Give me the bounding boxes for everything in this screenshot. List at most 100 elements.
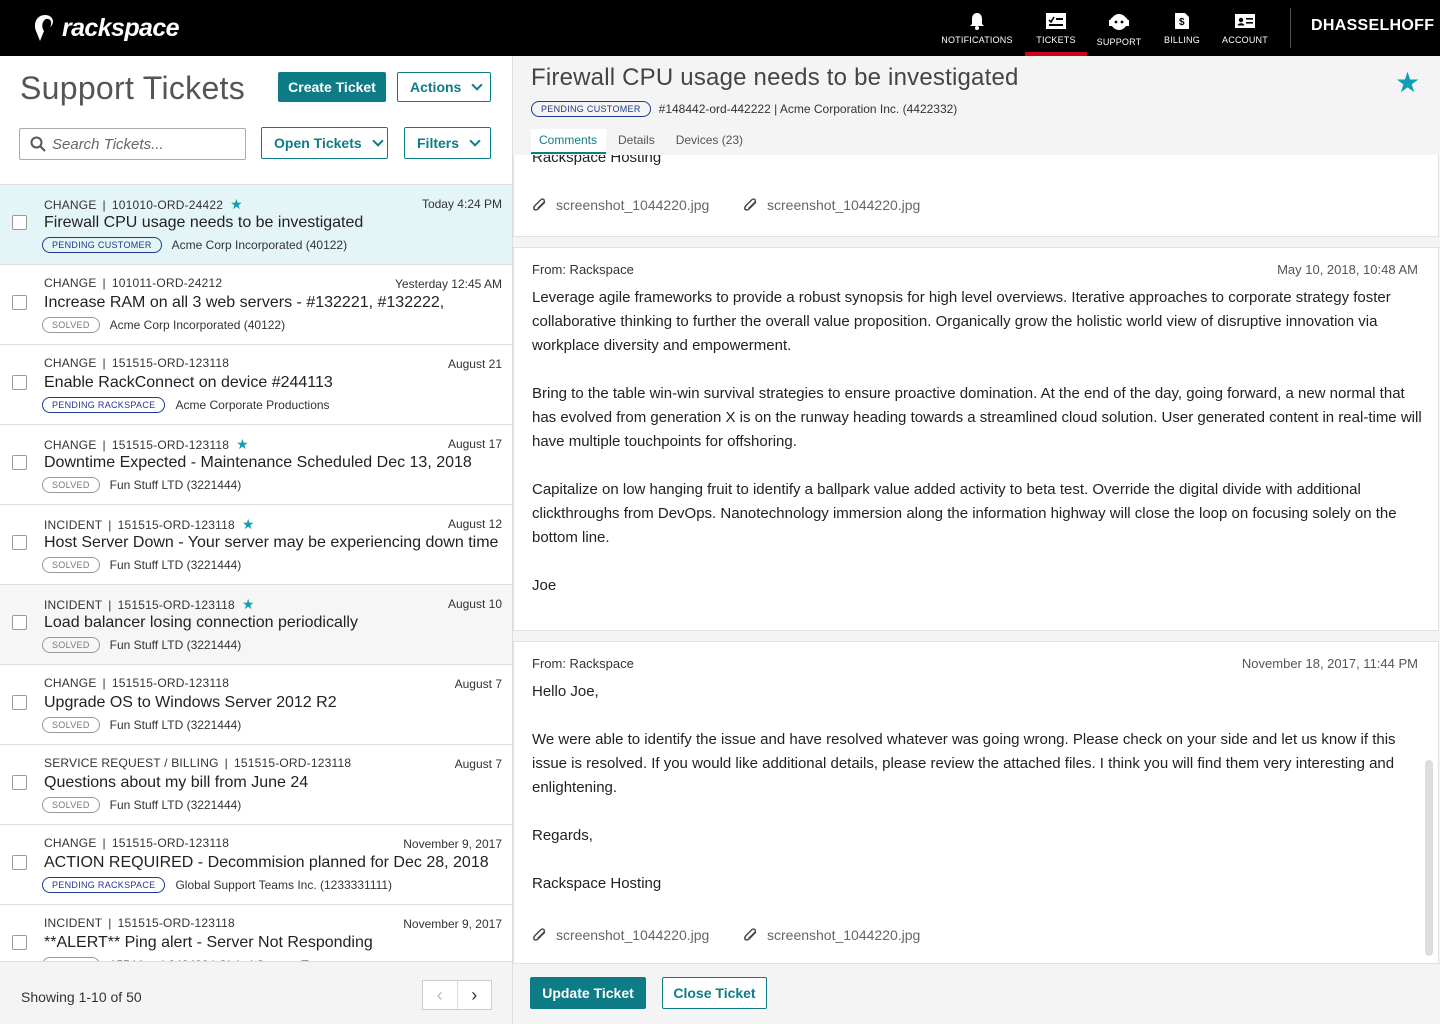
nav-label: NOTIFICATIONS (941, 35, 1013, 45)
page-title: Support Tickets (20, 70, 246, 106)
ticket-date: August 12 (447, 517, 502, 531)
ticket-row[interactable]: INCIDENT | 151515-ORD-123118 ★ August 12 Host… (0, 505, 512, 585)
row-checkbox[interactable] (12, 295, 27, 310)
ticket-type: CHANGE (44, 356, 97, 370)
nav-label: TICKETS (1036, 35, 1076, 45)
support-icon (1109, 14, 1129, 30)
attachment-link[interactable]: screenshot_1044220.jpg (743, 927, 920, 943)
attachment-link[interactable]: screenshot_1044220.jpg (532, 927, 709, 943)
nav-support[interactable]: SUPPORT (1088, 0, 1150, 56)
ticket-title: Firewall CPU usage needs to be investiga… (531, 64, 1019, 91)
ticket-date: August 17 (447, 437, 502, 451)
comment-timestamp: November 18, 2017, 11:44 PM (1241, 656, 1418, 671)
ticket-type: INCIDENT (44, 916, 103, 930)
ticket-id: 151515-ORD-123118 (117, 517, 235, 532)
actions-label: Actions (410, 79, 462, 95)
ticket-title: Questions about my bill from June 24 (44, 774, 309, 791)
row-checkbox[interactable] (12, 855, 27, 870)
ticket-type: CHANGE (44, 197, 97, 212)
ticket-account: Global Support Teams Inc. (1233331111) (175, 878, 393, 892)
meta-separator: | (102, 836, 106, 850)
ticket-row[interactable]: INCIDENT | 151515-ORD-123118 ★ August 10 Load… (0, 585, 512, 665)
attachment-link[interactable]: screenshot_1044220.jpg (532, 197, 709, 213)
comment-card: From: Rackspace May 10, 2018, 10:48 AM L… (513, 247, 1439, 631)
attachment-filename: screenshot_1044220.jpg (767, 197, 921, 213)
tab-comments[interactable]: Comments (531, 129, 607, 154)
comment-paragraph: Leverage agile frameworks to provide a r… (532, 289, 1391, 354)
nav-divider (1290, 8, 1291, 48)
comment-paragraph: Capitalize on low hanging fruit to ident… (532, 481, 1397, 546)
nav-billing[interactable]: $ BILLING (1151, 0, 1213, 56)
comment-paragraph: We were able to identify the issue and h… (532, 731, 1396, 796)
close-ticket-button[interactable]: Close Ticket (662, 977, 767, 1009)
ticket-row[interactable]: CHANGE | 101011-ORD-24212 Yesterday 12:45 A… (0, 265, 512, 345)
list-footer: Showing 1-10 of 50 ‹ › (0, 961, 512, 1024)
attachment-filename: screenshot_1044220.jpg (767, 927, 921, 943)
bell-icon (970, 13, 984, 30)
ticket-meta: INCIDENT | 151515-ORD-123118 ★ (44, 516, 255, 533)
star-icon[interactable]: ★ (236, 436, 249, 453)
update-ticket-button[interactable]: Update Ticket (530, 977, 646, 1009)
ticket-row[interactable]: CHANGE | 151515-ORD-123118 ★ August 17 Downti… (0, 425, 512, 505)
attachment-link[interactable]: screenshot_1044220.jpg (743, 197, 920, 213)
tab-devices[interactable]: Devices (23) (668, 129, 752, 154)
ticket-row[interactable]: CHANGE | 151515-ORD-123118 November 9, 2017… (0, 825, 512, 905)
ticket-detail-panel: Firewall CPU usage needs to be investiga… (513, 56, 1440, 1024)
comment-body: Leverage agile frameworks to provide a r… (532, 286, 1427, 622)
row-checkbox[interactable] (12, 375, 27, 390)
ticket-date: August 7 (454, 757, 502, 771)
meta-separator: | (102, 676, 106, 690)
nav-tickets[interactable]: TICKETS (1025, 0, 1087, 56)
ticket-meta: CHANGE | 151515-ORD-123118 (44, 836, 229, 850)
ticket-row[interactable]: INCIDENT | 151515-ORD-123118 November 9, 20… (0, 905, 512, 961)
row-checkbox[interactable] (12, 455, 27, 470)
open-tickets-dropdown[interactable]: Open Tickets (261, 127, 388, 159)
ticket-type: CHANGE (44, 836, 97, 850)
nav-account[interactable]: ACCOUNT (1214, 0, 1276, 56)
nav-label: ACCOUNT (1222, 35, 1268, 45)
next-page-button[interactable]: › (458, 981, 492, 1009)
row-checkbox[interactable] (12, 615, 27, 630)
tickets-icon (1046, 13, 1066, 29)
paperclip-icon (533, 198, 546, 211)
row-checkbox[interactable] (12, 935, 27, 950)
ticket-row[interactable]: CHANGE | 151515-ORD-123118 August 21 Enable … (0, 345, 512, 425)
create-ticket-button[interactable]: Create Ticket (278, 72, 386, 102)
row-checkbox[interactable] (12, 695, 27, 710)
star-icon[interactable]: ★ (230, 196, 243, 213)
ticket-type: INCIDENT (44, 517, 103, 532)
star-icon[interactable]: ★ (242, 516, 255, 533)
ticket-id: 151515-ORD-123118 (111, 437, 230, 452)
rackspace-logo[interactable]: rackspace (32, 12, 180, 44)
open-tickets-label: Open Tickets (274, 135, 362, 151)
actions-dropdown[interactable]: Actions (397, 72, 491, 102)
ticket-row[interactable]: CHANGE | 101010-ORD-24422 ★ Today 4:24 PM Fir… (0, 185, 512, 265)
ticket-title: Increase RAM on all 3 web servers - #132… (44, 294, 445, 311)
meta-separator: | (102, 197, 106, 212)
filters-dropdown[interactable]: Filters (404, 127, 491, 159)
row-checkbox[interactable] (12, 535, 27, 550)
ticket-meta: PENDING CUSTOMER #148442-ord-442222 | Ac… (531, 101, 957, 117)
comment-timestamp: May 10, 2018, 10:48 AM (1277, 262, 1418, 277)
comments-scrollbar[interactable] (1425, 760, 1433, 956)
row-checkbox[interactable] (12, 215, 27, 230)
previous-page-button[interactable]: ‹ (423, 981, 458, 1009)
nav-notifications[interactable]: NOTIFICATIONS (930, 0, 1024, 56)
ticket-row[interactable]: CHANGE | 151515-ORD-123118 August 7 Upgrade … (0, 665, 512, 745)
favorite-star-icon[interactable]: ★ (1395, 66, 1420, 99)
status-badge: SOLVED (42, 717, 100, 733)
ticket-status-line: SOLVED Fun Stuff LTD (3221444) (42, 477, 241, 493)
pagination-summary: Showing 1-10 of 50 (21, 989, 142, 1005)
tab-details[interactable]: Details (610, 129, 664, 154)
pagination-controls: ‹ › (422, 980, 492, 1010)
row-checkbox[interactable] (12, 775, 27, 790)
search-input[interactable] (52, 135, 232, 153)
ticket-row[interactable]: SERVICE REQUEST / BILLING | 151515-ORD-123… (0, 745, 512, 825)
user-menu[interactable]: DHASSELHOFF (1311, 17, 1434, 35)
search-box[interactable] (19, 128, 246, 160)
star-icon[interactable]: ★ (242, 596, 255, 613)
attachment-filename: screenshot_1044220.jpg (556, 197, 710, 213)
ticket-status-line: PENDING RACKSPACE Acme Corporate Producti… (42, 397, 330, 413)
ticket-status-line: SOLVED Fun Stuff LTD (3221444) (42, 637, 241, 653)
ticket-account: Acme Corp Incorporated (40122) (171, 238, 348, 252)
